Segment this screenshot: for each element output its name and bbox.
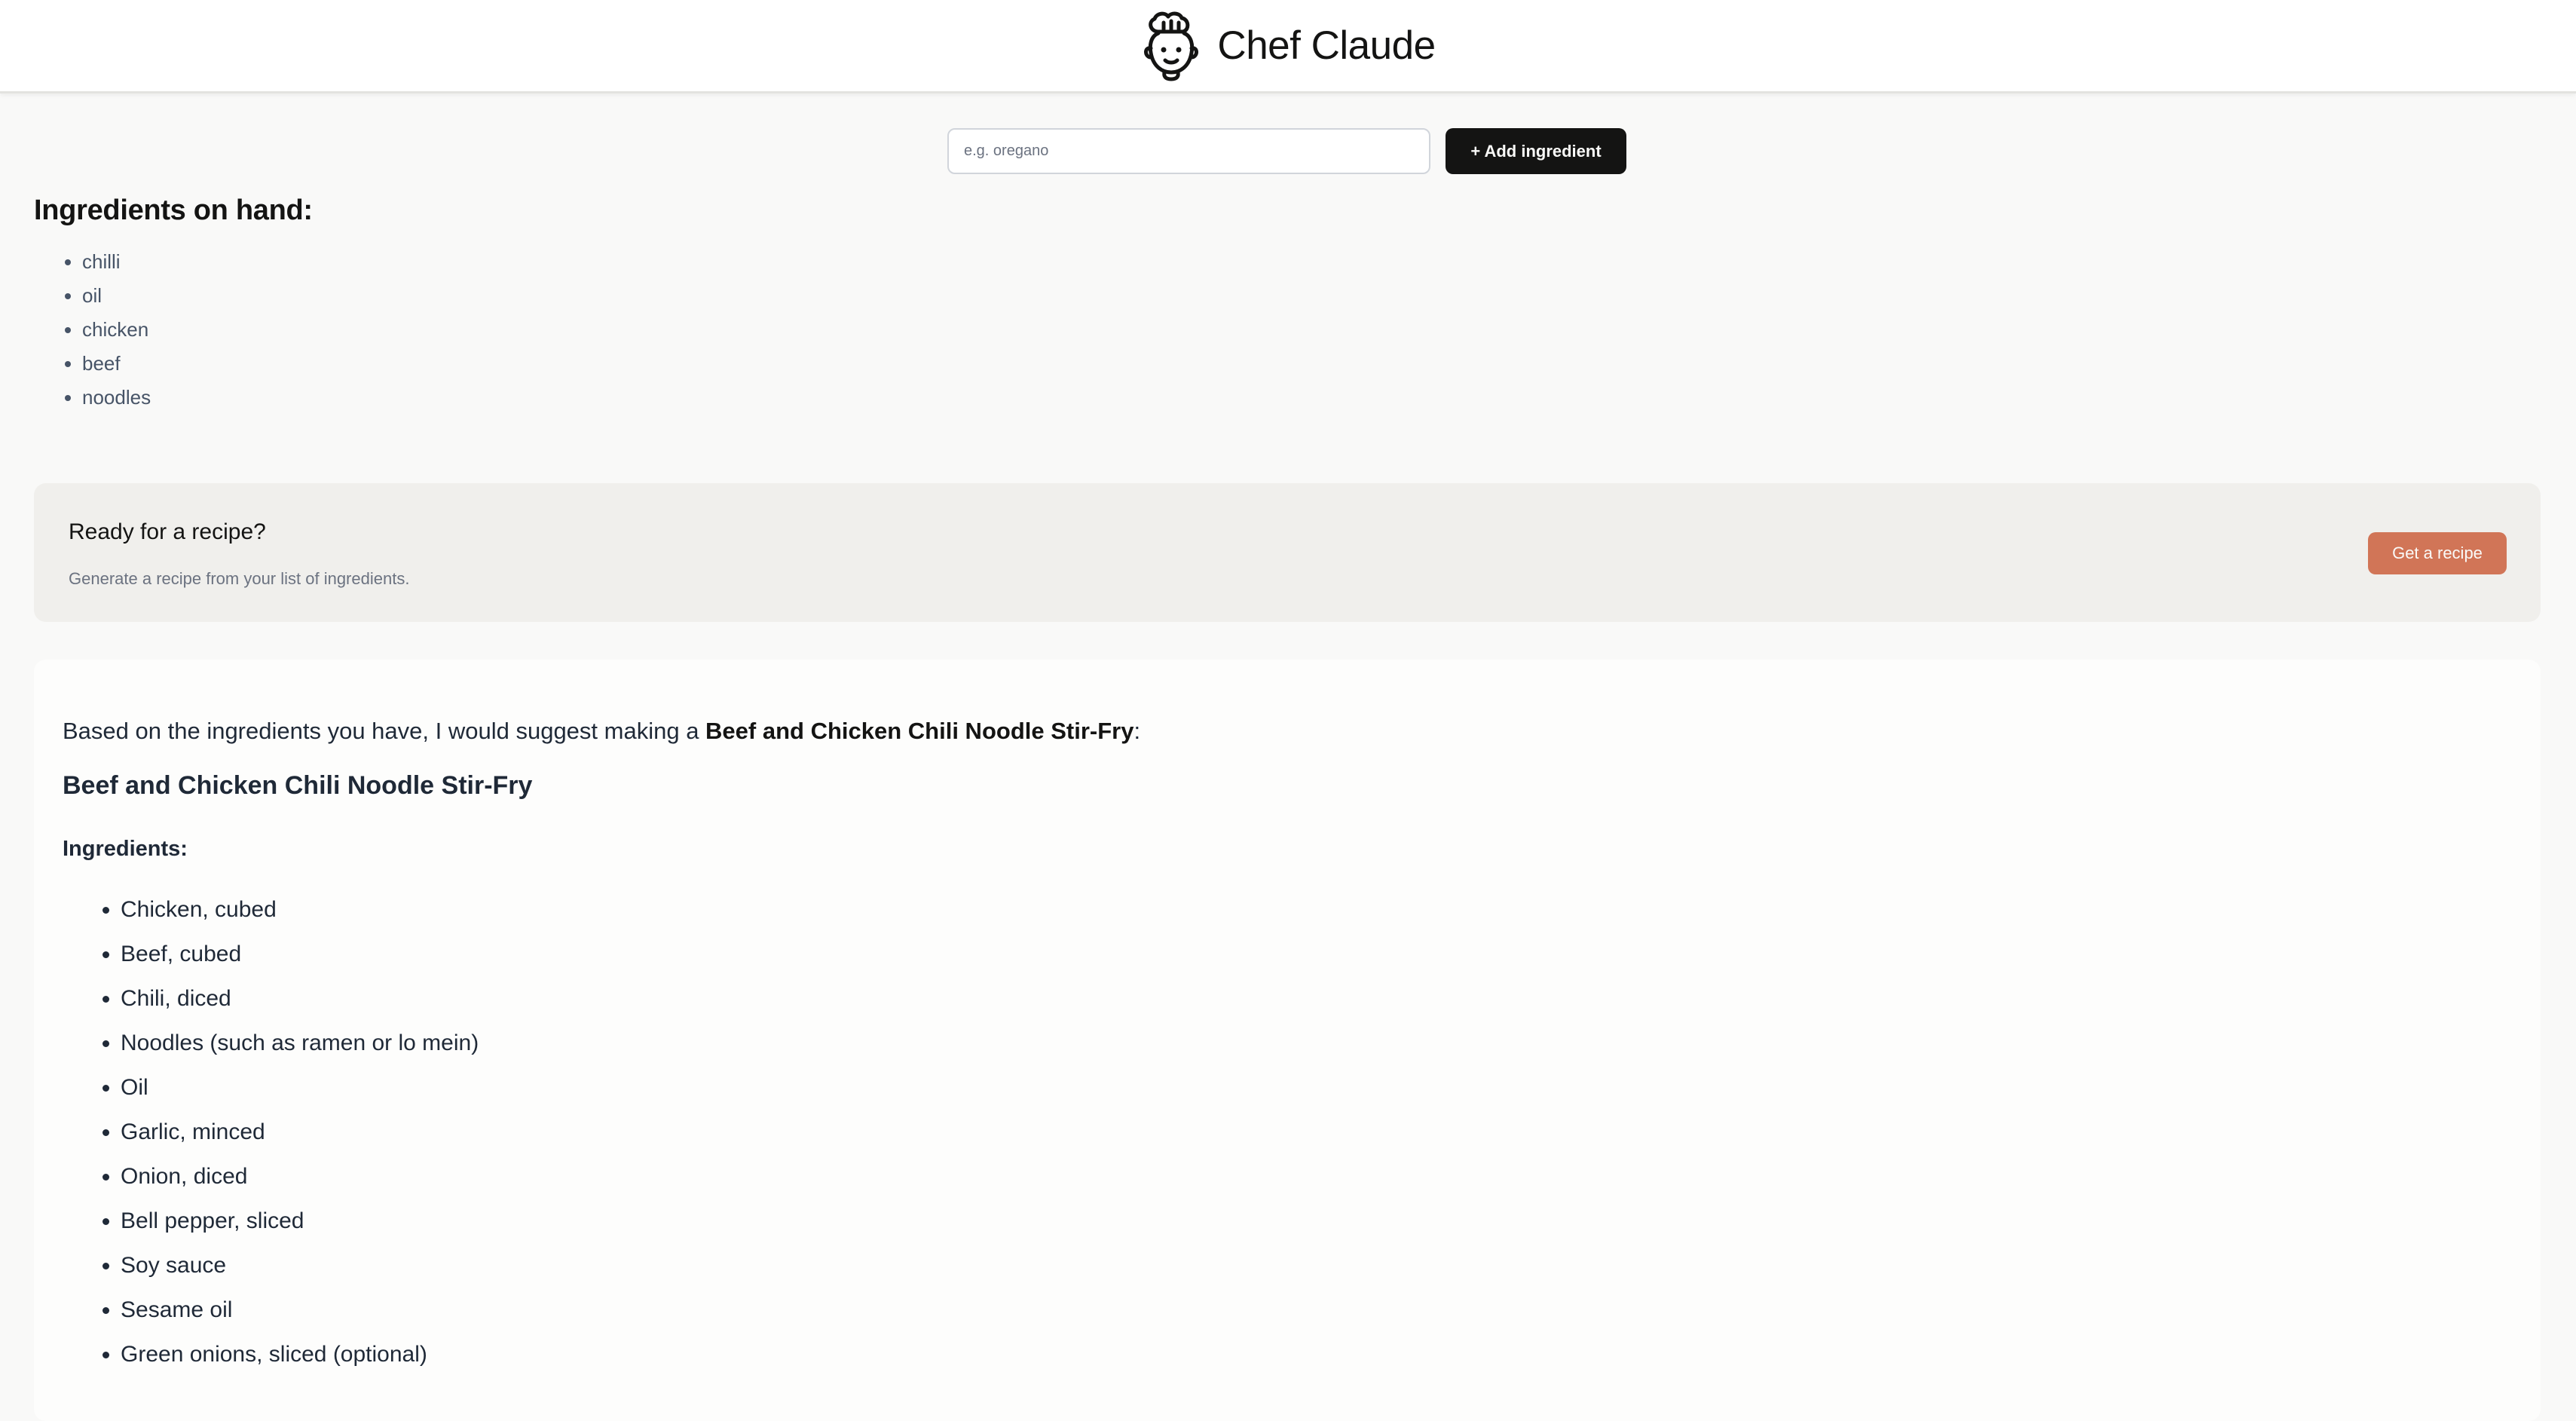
ingredients-list: chilli oil chicken beef noodles [34, 245, 313, 415]
ingredients-heading: Ingredients on hand: [34, 194, 313, 226]
ingredients-section: Ingredients on hand: chilli oil chicken … [34, 194, 313, 415]
ingredient-item: beef [82, 347, 313, 381]
recipe-ingredient-item: Garlic, minced [121, 1110, 2512, 1154]
ingredient-item: noodles [82, 381, 313, 415]
get-recipe-button[interactable]: Get a recipe [2368, 532, 2507, 574]
recipe-ingredient-item: Noodles (such as ramen or lo mein) [121, 1021, 2512, 1065]
recipe-intro-suffix: : [1134, 718, 1141, 744]
ingredient-input[interactable] [947, 128, 1430, 174]
chef-logo-icon [1144, 11, 1199, 81]
cta-title: Ready for a recipe? [69, 519, 266, 544]
ingredient-item: chilli [82, 245, 313, 279]
recipe-ingredient-item: Green onions, sliced (optional) [121, 1332, 2512, 1377]
recipe-title: Beef and Chicken Chili Noodle Stir-Fry [63, 771, 533, 800]
add-ingredient-form: + Add ingredient [947, 128, 1626, 174]
recipe-ingredients-heading: Ingredients: [63, 837, 188, 861]
app-title: Chef Claude [1217, 23, 1436, 68]
recipe-ingredient-item: Beef, cubed [121, 932, 2512, 976]
ingredient-item: oil [82, 279, 313, 313]
cta-description: Generate a recipe from your list of ingr… [69, 569, 410, 588]
recipe-ingredient-item: Soy sauce [121, 1243, 2512, 1288]
recipe-ingredient-item: Oil [121, 1065, 2512, 1110]
recipe-intro-name: Beef and Chicken Chili Noodle Stir-Fry [705, 718, 1134, 744]
recipe-ingredients-list: Chicken, cubed Beef, cubed Chili, diced … [63, 887, 2512, 1377]
recipe-intro-prefix: Based on the ingredients you have, I wou… [63, 718, 706, 744]
add-ingredient-button[interactable]: + Add ingredient [1446, 128, 1626, 174]
recipe-ingredient-item: Sesame oil [121, 1288, 2512, 1332]
recipe-ingredient-item: Bell pepper, sliced [121, 1199, 2512, 1243]
app-header: Chef Claude [0, 0, 2576, 93]
recipe-output: Based on the ingredients you have, I wou… [34, 660, 2541, 1421]
recipe-ingredient-item: Chili, diced [121, 976, 2512, 1021]
get-recipe-panel: Ready for a recipe? Generate a recipe fr… [34, 483, 2541, 622]
ingredient-item: chicken [82, 313, 313, 347]
recipe-ingredient-item: Chicken, cubed [121, 887, 2512, 932]
recipe-ingredient-item: Onion, diced [121, 1154, 2512, 1199]
recipe-intro: Based on the ingredients you have, I wou… [63, 714, 2512, 749]
